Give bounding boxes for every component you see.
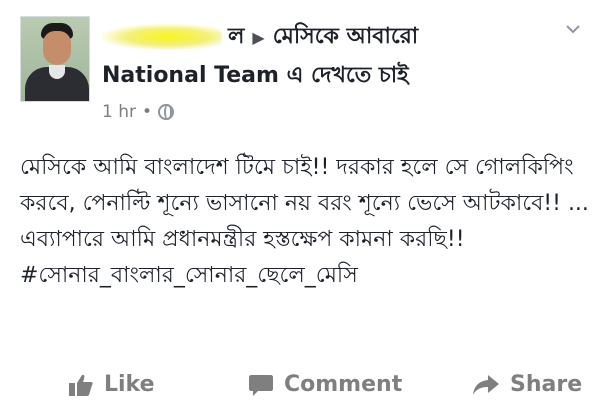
like-label: Like [104, 372, 155, 397]
post-time[interactable]: 1 hr [102, 102, 136, 122]
author-name-redaction [102, 24, 222, 50]
chevron-down-icon[interactable] [564, 20, 582, 38]
comment-label: Comment [284, 372, 403, 397]
share-arrow-icon [473, 374, 499, 395]
post-body: মেসিকে আমি বাংলাদেশ টিমে চাই!! দরকার হলে… [20, 150, 590, 294]
post-hashtag[interactable]: #সোনার_বাংলার_সোনার_ছেলে_মেসি [20, 258, 590, 294]
comment-button[interactable]: Comment [248, 372, 402, 397]
share-button[interactable]: Share [472, 372, 582, 397]
post-meta: 1 hr • [102, 102, 175, 122]
author-line: ল ▶ মেসিকে আবারো [102, 20, 418, 54]
author-name[interactable]: ল [228, 19, 244, 56]
target-line-2[interactable]: National Team এ দেখতে চাই [102, 58, 409, 95]
right-triangle-icon: ▶ [252, 27, 265, 47]
meta-separator: • [141, 102, 153, 122]
author-avatar[interactable] [20, 16, 90, 102]
facebook-post: ল ▶ মেসিকে আবারো National Team এ দেখতে চ… [0, 0, 600, 400]
post-message: মেসিকে আমি বাংলাদেশ টিমে চাই!! দরকার হলে… [20, 155, 589, 252]
globe-icon[interactable] [158, 104, 175, 120]
avatar-face [43, 31, 71, 65]
post-header: ল ▶ মেসিকে আবারো National Team এ দেখতে চ… [20, 16, 580, 126]
comment-bubble-icon [249, 374, 273, 396]
thumbs-up-icon [69, 374, 93, 396]
like-button[interactable]: Like [68, 372, 155, 397]
share-label: Share [510, 372, 583, 397]
action-bar: Like Comment Share [0, 368, 600, 400]
target-line-1[interactable]: মেসিকে আবারো [273, 19, 418, 56]
